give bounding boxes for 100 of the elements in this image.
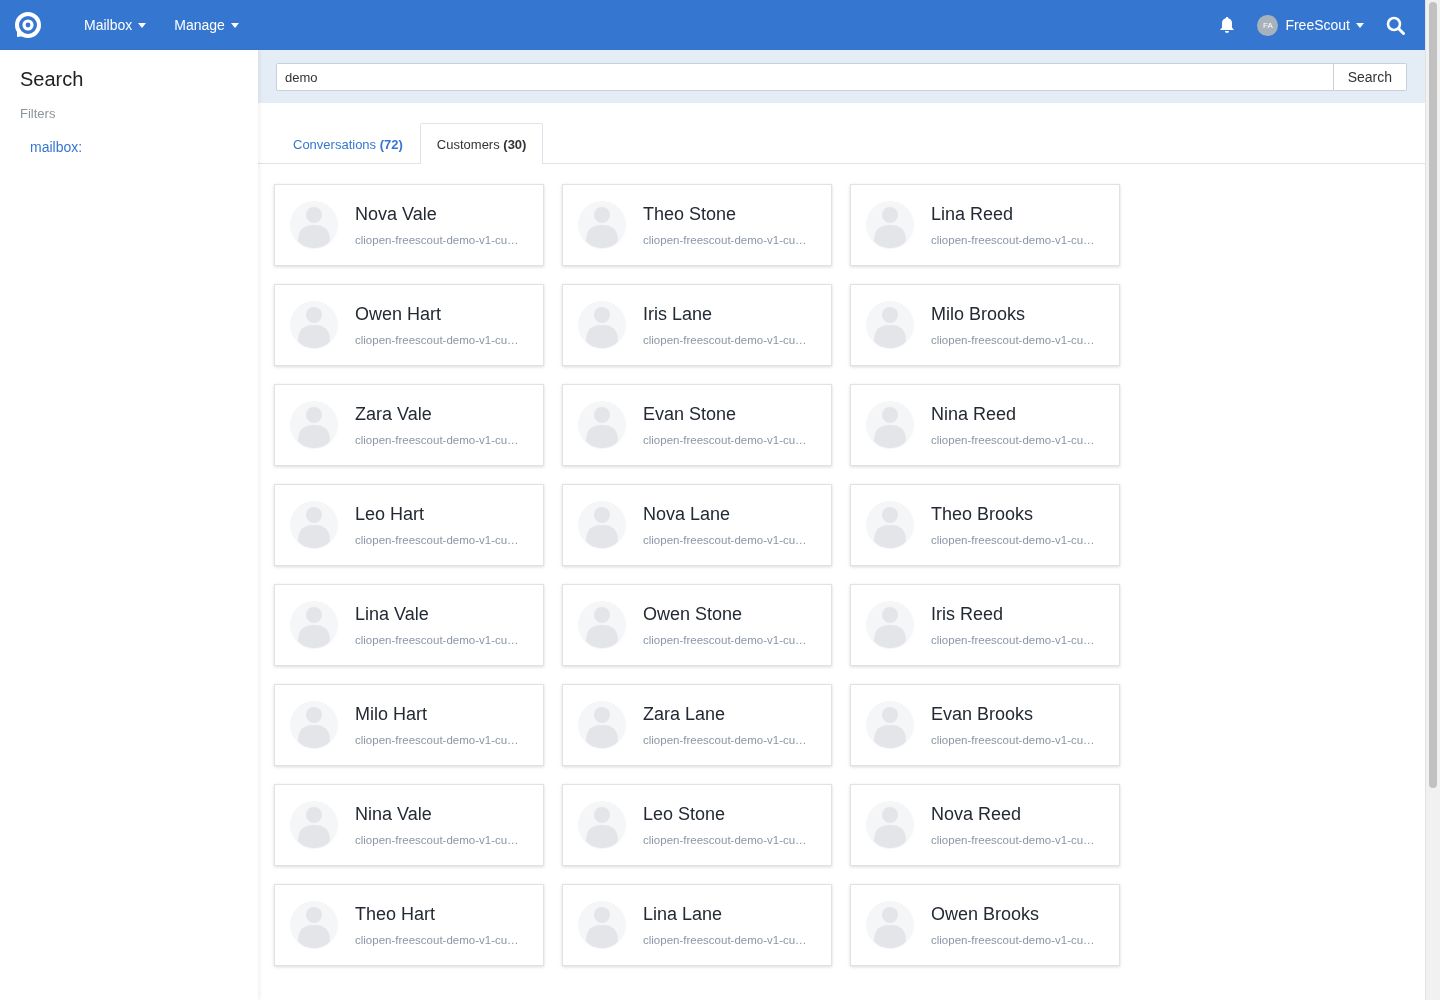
customer-name[interactable]: Lina Vale — [355, 604, 519, 625]
customer-card[interactable]: Owen Brooks cliopen-freescout-demo-v1-cu… — [850, 884, 1120, 966]
customer-name[interactable]: Nova Lane — [643, 504, 807, 525]
customer-name[interactable]: Evan Stone — [643, 404, 807, 425]
customer-email: cliopen-freescout-demo-v1-cu… — [643, 234, 807, 246]
customer-card[interactable]: Leo Stone cliopen-freescout-demo-v1-cu… — [562, 784, 832, 866]
customer-email: cliopen-freescout-demo-v1-cu… — [643, 634, 807, 646]
customer-card[interactable]: Theo Stone cliopen-freescout-demo-v1-cu… — [562, 184, 832, 266]
customer-name[interactable]: Leo Stone — [643, 804, 807, 825]
customer-card[interactable]: Iris Lane cliopen-freescout-demo-v1-cu… — [562, 284, 832, 366]
customer-name[interactable]: Iris Reed — [931, 604, 1095, 625]
tab[interactable]: Customers (30) — [419, 123, 544, 164]
customer-card[interactable]: Zara Lane cliopen-freescout-demo-v1-cu… — [562, 684, 832, 766]
filter-link[interactable]: mailbox: — [30, 139, 238, 155]
avatar-icon — [866, 301, 914, 349]
customer-name[interactable]: Evan Brooks — [931, 704, 1095, 725]
customer-name[interactable]: Theo Brooks — [931, 504, 1095, 525]
customer-name[interactable]: Nina Vale — [355, 804, 519, 825]
customer-email: cliopen-freescout-demo-v1-cu… — [355, 934, 519, 946]
customer-email: cliopen-freescout-demo-v1-cu… — [355, 634, 519, 646]
customer-card[interactable]: Owen Stone cliopen-freescout-demo-v1-cu… — [562, 584, 832, 666]
customer-card[interactable]: Nova Reed cliopen-freescout-demo-v1-cu… — [850, 784, 1120, 866]
avatar-icon — [866, 701, 914, 749]
customer-email: cliopen-freescout-demo-v1-cu… — [931, 634, 1095, 646]
customer-email: cliopen-freescout-demo-v1-cu… — [931, 434, 1095, 446]
customer-email: cliopen-freescout-demo-v1-cu… — [643, 534, 807, 546]
search-icon[interactable] — [1386, 15, 1405, 35]
customer-email: cliopen-freescout-demo-v1-cu… — [931, 834, 1095, 846]
customer-name[interactable]: Nina Reed — [931, 404, 1095, 425]
customer-card[interactable]: Evan Brooks cliopen-freescout-demo-v1-cu… — [850, 684, 1120, 766]
customer-email: cliopen-freescout-demo-v1-cu… — [355, 834, 519, 846]
avatar: FA — [1257, 14, 1279, 36]
customer-email: cliopen-freescout-demo-v1-cu… — [931, 934, 1095, 946]
avatar-icon — [290, 301, 338, 349]
avatar-icon — [290, 801, 338, 849]
customer-name[interactable]: Theo Stone — [643, 204, 807, 225]
customer-name[interactable]: Iris Lane — [643, 304, 807, 325]
customer-email: cliopen-freescout-demo-v1-cu… — [355, 434, 519, 446]
customer-card[interactable]: Owen Hart cliopen-freescout-demo-v1-cu… — [274, 284, 544, 366]
avatar-icon — [290, 601, 338, 649]
avatar-icon — [866, 801, 914, 849]
customer-card[interactable]: Lina Vale cliopen-freescout-demo-v1-cu… — [274, 584, 544, 666]
filters-label: Filters — [20, 106, 57, 121]
avatar-icon — [578, 301, 626, 349]
search-field[interactable]: demo — [276, 63, 1334, 91]
customer-name[interactable]: Lina Reed — [931, 204, 1095, 225]
nav-menu[interactable]: Manage — [160, 17, 253, 33]
customer-card[interactable]: Nina Reed cliopen-freescout-demo-v1-cu… — [850, 384, 1120, 466]
customer-card[interactable]: Evan Stone cliopen-freescout-demo-v1-cu… — [562, 384, 832, 466]
customer-name[interactable]: Theo Hart — [355, 904, 519, 925]
customer-email: cliopen-freescout-demo-v1-cu… — [355, 334, 519, 346]
customer-card[interactable]: Theo Hart cliopen-freescout-demo-v1-cu… — [274, 884, 544, 966]
customer-name[interactable]: Milo Hart — [355, 704, 519, 725]
avatar-icon — [290, 201, 338, 249]
customer-card[interactable]: Leo Hart cliopen-freescout-demo-v1-cu… — [274, 484, 544, 566]
customer-card[interactable]: Theo Brooks cliopen-freescout-demo-v1-cu… — [850, 484, 1120, 566]
customer-name[interactable]: Lina Lane — [643, 904, 807, 925]
customer-card[interactable]: Milo Brooks cliopen-freescout-demo-v1-cu… — [850, 284, 1120, 366]
customer-card[interactable]: Milo Hart cliopen-freescout-demo-v1-cu… — [274, 684, 544, 766]
customer-card[interactable]: Lina Lane cliopen-freescout-demo-v1-cu… — [562, 884, 832, 966]
customer-email: cliopen-freescout-demo-v1-cu… — [643, 934, 807, 946]
bell-icon[interactable] — [1219, 16, 1236, 34]
customer-card[interactable]: Nova Vale cliopen-freescout-demo-v1-cu… — [274, 184, 544, 266]
customer-card[interactable]: Nova Lane cliopen-freescout-demo-v1-cu… — [562, 484, 832, 566]
customer-email: cliopen-freescout-demo-v1-cu… — [931, 734, 1095, 746]
customer-name[interactable]: Leo Hart — [355, 504, 519, 525]
caret-icon — [230, 22, 239, 28]
avatar-icon — [578, 801, 626, 849]
user-menu[interactable]: FA FreeScout — [1257, 14, 1364, 36]
avatar-icon — [578, 401, 626, 449]
customer-name[interactable]: Owen Brooks — [931, 904, 1095, 925]
logo-icon[interactable] — [14, 11, 42, 39]
customer-email: cliopen-freescout-demo-v1-cu… — [355, 534, 519, 546]
avatar-icon — [290, 901, 338, 949]
avatar-icon — [578, 901, 626, 949]
avatar-icon — [866, 201, 914, 249]
avatar-icon — [290, 501, 338, 549]
customer-name[interactable]: Zara Vale — [355, 404, 519, 425]
customer-card[interactable]: Nina Vale cliopen-freescout-demo-v1-cu… — [274, 784, 544, 866]
customer-name[interactable]: Milo Brooks — [931, 304, 1095, 325]
search-button[interactable]: Search — [1333, 63, 1407, 91]
avatar-icon — [866, 401, 914, 449]
customer-email: cliopen-freescout-demo-v1-cu… — [643, 734, 807, 746]
customer-name[interactable]: Owen Stone — [643, 604, 807, 625]
customer-card[interactable]: Iris Reed cliopen-freescout-demo-v1-cu… — [850, 584, 1120, 666]
caret-icon — [1356, 22, 1364, 28]
customer-email: cliopen-freescout-demo-v1-cu… — [931, 234, 1095, 246]
customer-name[interactable]: Owen Hart — [355, 304, 519, 325]
customer-card[interactable]: Zara Vale cliopen-freescout-demo-v1-cu… — [274, 384, 544, 466]
customer-card[interactable]: Lina Reed cliopen-freescout-demo-v1-cu… — [850, 184, 1120, 266]
nav-menu[interactable]: Mailbox — [70, 17, 161, 33]
tab[interactable]: Conversations (72) — [276, 123, 420, 164]
customer-name[interactable]: Nova Vale — [355, 204, 519, 225]
customer-email: cliopen-freescout-demo-v1-cu… — [643, 434, 807, 446]
customer-email: cliopen-freescout-demo-v1-cu… — [355, 234, 519, 246]
avatar-icon — [578, 501, 626, 549]
scrollbar[interactable] — [1425, 0, 1440, 1000]
caret-icon — [138, 22, 147, 28]
customer-name[interactable]: Nova Reed — [931, 804, 1095, 825]
customer-name[interactable]: Zara Lane — [643, 704, 807, 725]
